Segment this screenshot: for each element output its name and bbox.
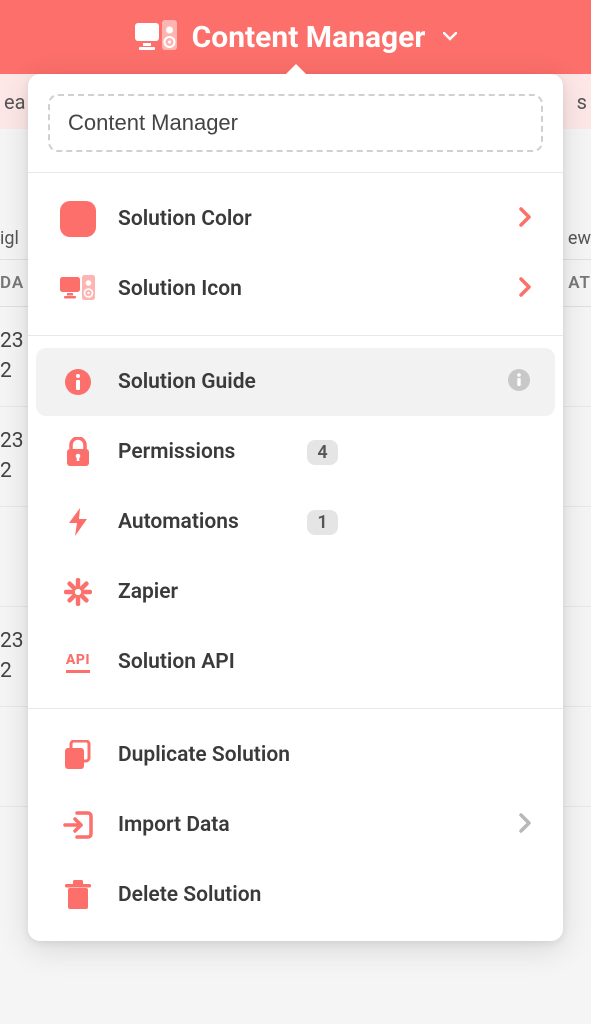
bg-th-right: AT bbox=[568, 273, 591, 293]
dropdown-menu: Solution Color Solution Icon Solution Gu… bbox=[28, 74, 563, 941]
bg-label-right: ew bbox=[568, 228, 591, 249]
info-icon bbox=[507, 368, 531, 396]
bg-tab-right: s bbox=[577, 90, 587, 114]
menu-label: Zapier bbox=[118, 580, 531, 604]
menu-label: Solution Icon bbox=[118, 277, 497, 301]
import-icon bbox=[60, 807, 96, 843]
menu-item-solution-color[interactable]: Solution Color bbox=[36, 185, 555, 253]
chevron-right-icon bbox=[519, 277, 531, 301]
menu-item-automations[interactable]: Automations 1 bbox=[36, 488, 555, 556]
devices-icon bbox=[134, 20, 178, 54]
devices-icon bbox=[60, 271, 96, 307]
menu-label: Solution API bbox=[118, 650, 531, 674]
info-filled-icon bbox=[60, 364, 96, 400]
bg-cell-2a: 23 bbox=[0, 427, 24, 456]
menu-label: Duplicate Solution bbox=[118, 743, 531, 767]
menu-label: Solution Color bbox=[118, 207, 497, 231]
bg-th-left: DA bbox=[0, 273, 24, 293]
lock-icon bbox=[60, 434, 96, 470]
bg-tab-left: ea bbox=[4, 90, 25, 114]
asterisk-icon bbox=[60, 574, 96, 610]
bolt-icon bbox=[60, 504, 96, 540]
menu-label: Solution Guide bbox=[118, 370, 485, 394]
menu-label: Import Data bbox=[118, 813, 497, 837]
bg-cell-1a: 23 bbox=[0, 327, 24, 356]
menu-item-duplicate[interactable]: Duplicate Solution bbox=[36, 721, 555, 789]
solution-name-input[interactable] bbox=[48, 94, 543, 152]
caret-down-icon bbox=[443, 29, 457, 45]
chevron-right-icon bbox=[519, 207, 531, 231]
menu-item-solution-api[interactable]: API Solution API bbox=[36, 628, 555, 696]
chevron-right-icon bbox=[519, 813, 531, 837]
bg-cell-1b: 2 bbox=[0, 357, 24, 386]
count-badge: 1 bbox=[307, 510, 337, 535]
count-badge: 4 bbox=[307, 440, 337, 465]
menu-label: Permissions bbox=[118, 440, 289, 464]
api-icon: API bbox=[60, 644, 96, 680]
color-swatch-icon bbox=[60, 201, 96, 237]
bg-cell-3b: 2 bbox=[0, 657, 24, 686]
menu-item-solution-icon[interactable]: Solution Icon bbox=[36, 255, 555, 323]
bg-label-left: igl bbox=[0, 228, 19, 249]
menu-label: Delete Solution bbox=[118, 883, 531, 907]
bg-cell-2b: 2 bbox=[0, 457, 24, 486]
header-title: Content Manager bbox=[192, 20, 426, 55]
menu-item-permissions[interactable]: Permissions 4 bbox=[36, 418, 555, 486]
bg-cell-3a: 23 bbox=[0, 627, 24, 656]
menu-item-zapier[interactable]: Zapier bbox=[36, 558, 555, 626]
header-bar[interactable]: Content Manager bbox=[0, 0, 591, 74]
menu-item-import[interactable]: Import Data bbox=[36, 791, 555, 859]
trash-icon bbox=[60, 877, 96, 913]
duplicate-icon bbox=[60, 737, 96, 773]
menu-item-delete[interactable]: Delete Solution bbox=[36, 861, 555, 929]
menu-label: Automations bbox=[118, 510, 289, 534]
menu-item-solution-guide[interactable]: Solution Guide bbox=[36, 348, 555, 416]
